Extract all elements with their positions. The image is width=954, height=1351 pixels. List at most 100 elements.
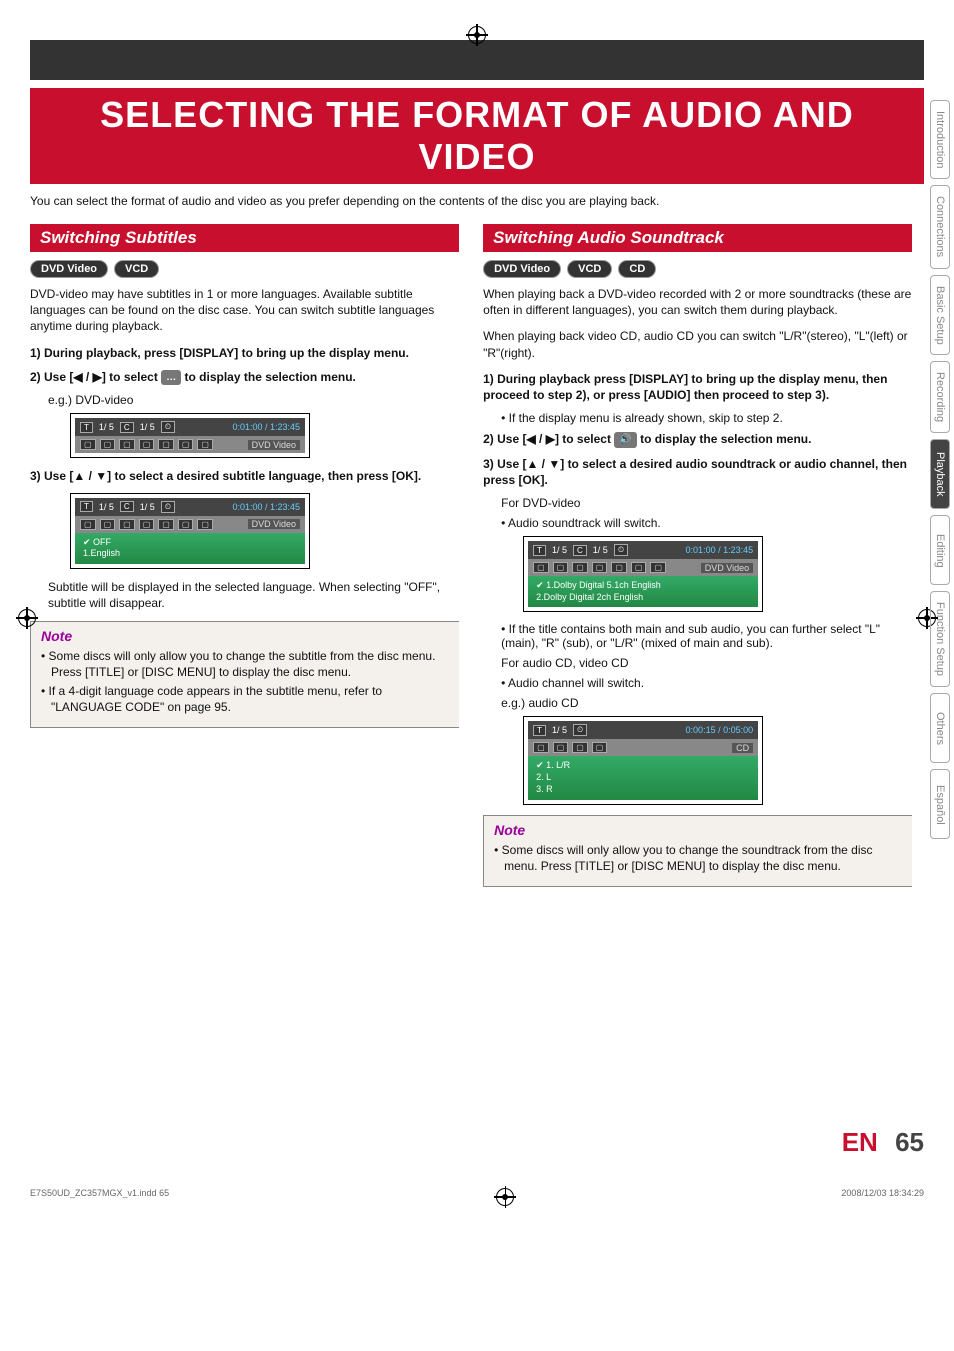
osd-c-icon: C xyxy=(120,501,134,512)
subtitle-menu-icon: … xyxy=(161,370,181,386)
osd-icon: ▢ xyxy=(139,519,155,530)
check-icon: ✔ OFF xyxy=(83,537,297,549)
osd-c-icon: C xyxy=(573,545,587,556)
check-icon: ✔ 1. L/R xyxy=(536,760,750,772)
osd-icon: ▢ xyxy=(553,742,569,753)
osd-icon: ▢ xyxy=(119,519,135,530)
chapter-tabs: Introduction Connections Basic Setup Rec… xyxy=(930,100,950,839)
tab-espanol[interactable]: Español xyxy=(930,769,950,839)
osd-clock-icon: ⏲ xyxy=(161,421,175,433)
print-file: E7S50UD_ZC357MGX_v1.indd 65 xyxy=(30,1188,169,1206)
audio-menu-icon: 🔊 xyxy=(614,432,636,448)
osd-screenshot-2: T 1/ 5 C 1/ 5 ⏲ 0:01:00 / 1:23:45 ▢ ▢ ▢ … xyxy=(70,493,310,569)
osd-icon: ▢ xyxy=(631,562,647,573)
print-date: 2008/12/03 18:34:29 xyxy=(841,1188,924,1206)
tab-function-setup[interactable]: Function Setup xyxy=(930,591,950,687)
tab-editing[interactable]: Editing xyxy=(930,515,950,585)
left-column: Switching Subtitles DVD Video VCD DVD-vi… xyxy=(30,224,459,887)
up-down-arrows-icon: ▲ / ▼ xyxy=(73,469,107,483)
osd-icon: ▢ xyxy=(139,439,155,450)
tab-introduction[interactable]: Introduction xyxy=(930,100,950,179)
osd-screenshot-3: T 1/ 5 C 1/ 5 ⏲ 0:01:00 / 1:23:45 ▢ ▢ ▢ … xyxy=(523,536,763,612)
left-right-arrows-icon: ◀ / ▶ xyxy=(73,370,101,384)
step-1: 1) During playback press [DISPLAY] to br… xyxy=(483,371,912,403)
osd-clock-icon: ⏲ xyxy=(614,544,628,556)
osd-icon: ▢ xyxy=(592,742,608,753)
check-icon: ✔ 1.Dolby Digital 5.1ch English xyxy=(536,580,750,592)
tab-playback[interactable]: Playback xyxy=(930,439,950,509)
page-number: 65 xyxy=(895,1127,924,1157)
registration-mark-icon xyxy=(468,26,486,44)
osd-clock-icon: ⏲ xyxy=(161,501,175,513)
step-1: 1) During playback, press [DISPLAY] to b… xyxy=(30,345,459,361)
osd-dropdown: ✔ 1.Dolby Digital 5.1ch English 2.Dolby … xyxy=(528,576,758,607)
osd-dropdown: ✔ 1. L/R 2. L 3. R xyxy=(528,756,758,799)
section-header-subtitles: Switching Subtitles xyxy=(30,224,459,252)
note-item: Some discs will only allow you to change… xyxy=(41,648,449,680)
osd-format-label: DVD Video xyxy=(701,563,753,573)
osd-format-label: DVD Video xyxy=(248,440,300,450)
osd-t-icon: T xyxy=(80,422,93,433)
note-box-right: Note Some discs will only allow you to c… xyxy=(483,815,912,887)
tab-basic-setup[interactable]: Basic Setup xyxy=(930,275,950,356)
osd-icon: ▢ xyxy=(533,742,549,753)
osd-time: 0:00:15 / 0:05:00 xyxy=(686,725,754,735)
osd-time: 0:01:00 / 1:23:45 xyxy=(232,502,300,512)
badge-vcd: VCD xyxy=(114,260,159,278)
osd-icon: ▢ xyxy=(197,439,213,450)
osd-icon: ▢ xyxy=(80,519,96,530)
osd-icon: ▢ xyxy=(80,439,96,450)
step-2: 2) Use [◀ / ▶] to select 🔊 to display th… xyxy=(483,431,912,448)
badge-dvd: DVD Video xyxy=(483,260,561,278)
osd-icon: ▢ xyxy=(100,439,116,450)
osd-icon: ▢ xyxy=(592,562,608,573)
left-right-arrows-icon: ◀ / ▶ xyxy=(526,432,554,446)
for-dvd-label: For DVD-video xyxy=(501,496,912,510)
osd-icon: ▢ xyxy=(197,519,213,530)
badge-vcd: VCD xyxy=(567,260,612,278)
step-3: 3) Use [▲ / ▼] to select a desired audio… xyxy=(483,456,912,488)
subtitle-result: Subtitle will be displayed in the select… xyxy=(48,579,459,611)
osd-format-label: CD xyxy=(732,743,753,753)
registration-mark-icon xyxy=(18,609,36,627)
osd-time: 0:01:00 / 1:23:45 xyxy=(232,422,300,432)
tab-connections[interactable]: Connections xyxy=(930,185,950,268)
osd-clock-icon: ⏲ xyxy=(573,724,587,736)
step1-bullet: • If the display menu is already shown, … xyxy=(501,411,912,425)
osd-dropdown: ✔ OFF 1.English xyxy=(75,533,305,564)
tab-recording[interactable]: Recording xyxy=(930,361,950,433)
osd-icon: ▢ xyxy=(572,742,588,753)
osd-icon: ▢ xyxy=(553,562,569,573)
header-bar xyxy=(30,40,924,80)
note-title: Note xyxy=(494,822,902,838)
example-label-cd: e.g.) audio CD xyxy=(501,696,912,710)
lang-code: EN xyxy=(842,1127,878,1157)
osd-icon: ▢ xyxy=(158,519,174,530)
audio-description-2: When playing back video CD, audio CD you… xyxy=(483,328,912,360)
dvd-switch-bullet: • Audio soundtrack will switch. xyxy=(501,516,912,530)
osd-time: 0:01:00 / 1:23:45 xyxy=(686,545,754,555)
page-title: SELECTING THE FORMAT OF AUDIO AND VIDEO xyxy=(30,88,924,184)
tab-others[interactable]: Others xyxy=(930,693,950,763)
step-2: 2) Use [◀ / ▶] to select … to display th… xyxy=(30,369,459,386)
osd-t-icon: T xyxy=(533,545,546,556)
osd-icon: ▢ xyxy=(178,519,194,530)
osd-screenshot-1: T 1/ 5 C 1/ 5 ⏲ 0:01:00 / 1:23:45 ▢ ▢ ▢ … xyxy=(70,413,310,458)
osd-t-icon: T xyxy=(533,725,546,736)
intro-text: You can select the format of audio and v… xyxy=(30,194,924,208)
registration-mark-icon xyxy=(496,1188,514,1206)
osd-format-label: DVD Video xyxy=(248,519,300,529)
audio-description-1: When playing back a DVD-video recorded w… xyxy=(483,286,912,318)
osd-icon: ▢ xyxy=(178,439,194,450)
subtitle-description: DVD-video may have subtitles in 1 or mor… xyxy=(30,286,459,335)
note-title: Note xyxy=(41,628,449,644)
note-box-left: Note Some discs will only allow you to c… xyxy=(30,621,459,728)
osd-icon: ▢ xyxy=(611,562,627,573)
osd-icon: ▢ xyxy=(650,562,666,573)
badge-dvd: DVD Video xyxy=(30,260,108,278)
example-label-dvd: e.g.) DVD-video xyxy=(48,393,459,407)
note-item: Some discs will only allow you to change… xyxy=(494,842,902,874)
osd-icon: ▢ xyxy=(158,439,174,450)
page-footer: EN 65 xyxy=(30,1127,924,1158)
step-3: 3) Use [▲ / ▼] to select a desired subti… xyxy=(30,468,459,484)
